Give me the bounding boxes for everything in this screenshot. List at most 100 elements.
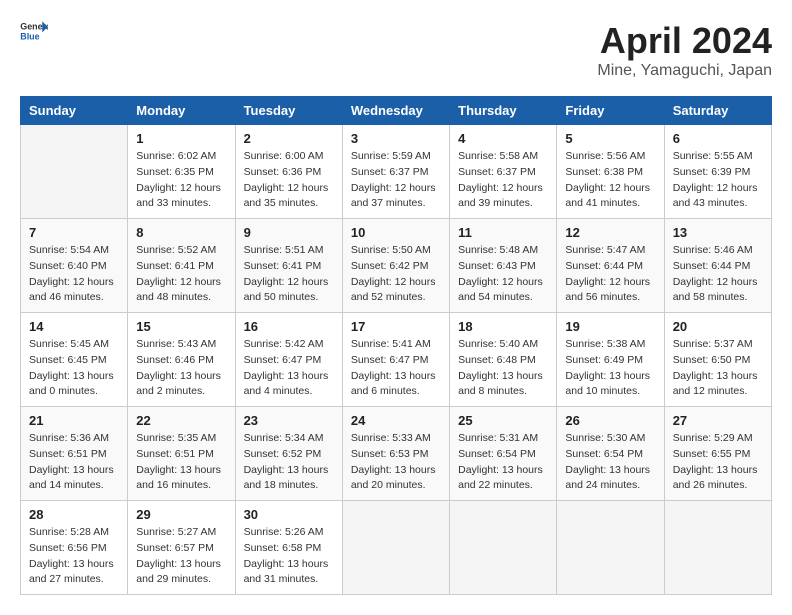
day-info: Sunrise: 5:26 AMSunset: 6:58 PMDaylight:… [244,525,334,588]
header-day-saturday: Saturday [664,97,771,125]
day-info: Sunrise: 5:48 AMSunset: 6:43 PMDaylight:… [458,243,548,306]
calendar-cell: 19Sunrise: 5:38 AMSunset: 6:49 PMDayligh… [557,313,664,407]
calendar-cell: 16 Sunrise: 5:42 AMSunset: 6:47 PMDayligh… [235,313,342,407]
calendar-cell [21,125,128,219]
day-info: Sunrise: 5:45 AMSunset: 6:45 PMDaylight:… [29,337,119,400]
calendar-cell: 4 Sunrise: 5:58 AMSunset: 6:37 PMDaylight… [450,125,557,219]
day-info: Sunrise: 5:33 AMSunset: 6:53 PMDaylight:… [351,431,441,494]
calendar-cell: 30 Sunrise: 5:26 AMSunset: 6:58 PMDayligh… [235,501,342,595]
day-info: Sunrise: 5:31 AMSunset: 6:54 PMDaylight:… [458,431,548,494]
day-info: Sunrise: 5:27 AMSunset: 6:57 PMDaylight:… [136,525,226,588]
calendar-cell: 5 Sunrise: 5:56 AMSunset: 6:38 PMDaylight… [557,125,664,219]
day-info: Sunrise: 5:46 AMSunset: 6:44 PMDaylight:… [673,243,763,306]
day-info: Sunrise: 5:37 AMSunset: 6:50 PMDaylight:… [673,337,763,400]
page-title: April 2024 [597,20,772,62]
day-number: 1 [136,131,226,146]
day-info: Sunrise: 5:59 AMSunset: 6:37 PMDaylight:… [351,149,441,212]
calendar-cell [664,501,771,595]
day-number: 7 [29,225,119,240]
calendar-cell: 13 Sunrise: 5:46 AMSunset: 6:44 PMDayligh… [664,219,771,313]
calendar-cell: 27 Sunrise: 5:29 AMSunset: 6:55 PMDayligh… [664,407,771,501]
calendar-cell: 11 Sunrise: 5:48 AMSunset: 6:43 PMDayligh… [450,219,557,313]
calendar-week-1: 1 Sunrise: 6:02 AMSunset: 6:35 PMDaylight… [21,125,772,219]
calendar-cell: 25 Sunrise: 5:31 AMSunset: 6:54 PMDayligh… [450,407,557,501]
header-day-wednesday: Wednesday [342,97,449,125]
calendar-week-4: 21 Sunrise: 5:36 AMSunset: 6:51 PMDayligh… [21,407,772,501]
day-info: Sunrise: 6:02 AMSunset: 6:35 PMDaylight:… [136,149,226,212]
calendar-cell: 22Sunrise: 5:35 AMSunset: 6:51 PMDayligh… [128,407,235,501]
day-number: 10 [351,225,441,240]
day-info: Sunrise: 5:50 AMSunset: 6:42 PMDaylight:… [351,243,441,306]
calendar-cell: 21 Sunrise: 5:36 AMSunset: 6:51 PMDayligh… [21,407,128,501]
day-number: 4 [458,131,548,146]
day-number: 18 [458,319,548,334]
day-info: Sunrise: 5:51 AMSunset: 6:41 PMDaylight:… [244,243,334,306]
day-number: 22 [136,413,226,428]
day-number: 27 [673,413,763,428]
day-info: Sunrise: 5:34 AMSunset: 6:52 PMDaylight:… [244,431,334,494]
day-info: Sunrise: 5:36 AMSunset: 6:51 PMDaylight:… [29,431,119,494]
day-number: 20 [673,319,763,334]
day-info: Sunrise: 5:54 AMSunset: 6:40 PMDaylight:… [29,243,119,306]
day-info: Sunrise: 5:55 AMSunset: 6:39 PMDaylight:… [673,149,763,212]
calendar-cell: 14 Sunrise: 5:45 AMSunset: 6:45 PMDayligh… [21,313,128,407]
page-header: General Blue April 2024 Mine, Yamaguchi,… [20,20,772,80]
day-info: Sunrise: 6:00 AMSunset: 6:36 PMDaylight:… [244,149,334,212]
calendar-cell: 3 Sunrise: 5:59 AMSunset: 6:37 PMDaylight… [342,125,449,219]
day-number: 16 [244,319,334,334]
day-number: 3 [351,131,441,146]
day-number: 21 [29,413,119,428]
calendar-cell [342,501,449,595]
day-number: 23 [244,413,334,428]
day-number: 12 [565,225,655,240]
day-info: Sunrise: 5:28 AMSunset: 6:56 PMDaylight:… [29,525,119,588]
day-number: 25 [458,413,548,428]
calendar-week-3: 14 Sunrise: 5:45 AMSunset: 6:45 PMDayligh… [21,313,772,407]
logo: General Blue [20,20,48,42]
calendar-cell: 15 Sunrise: 5:43 AMSunset: 6:46 PMDayligh… [128,313,235,407]
calendar-cell: 10 Sunrise: 5:50 AMSunset: 6:42 PMDayligh… [342,219,449,313]
header-day-friday: Friday [557,97,664,125]
day-number: 28 [29,507,119,522]
header-day-thursday: Thursday [450,97,557,125]
day-number: 2 [244,131,334,146]
calendar-week-2: 7 Sunrise: 5:54 AMSunset: 6:40 PMDaylight… [21,219,772,313]
calendar-cell: 26Sunrise: 5:30 AMSunset: 6:54 PMDayligh… [557,407,664,501]
day-number: 29 [136,507,226,522]
page-subtitle: Mine, Yamaguchi, Japan [597,62,772,80]
day-info: Sunrise: 5:58 AMSunset: 6:37 PMDaylight:… [458,149,548,212]
day-number: 17 [351,319,441,334]
day-info: Sunrise: 5:52 AMSunset: 6:41 PMDaylight:… [136,243,226,306]
day-info: Sunrise: 5:43 AMSunset: 6:46 PMDaylight:… [136,337,226,400]
calendar-week-5: 28 Sunrise: 5:28 AMSunset: 6:56 PMDayligh… [21,501,772,595]
day-info: Sunrise: 5:56 AMSunset: 6:38 PMDaylight:… [565,149,655,212]
day-info: Sunrise: 5:30 AMSunset: 6:54 PMDaylight:… [565,431,655,494]
day-number: 15 [136,319,226,334]
calendar-cell: 29 Sunrise: 5:27 AMSunset: 6:57 PMDayligh… [128,501,235,595]
calendar-table: SundayMondayTuesdayWednesdayThursdayFrid… [20,96,772,595]
header-day-sunday: Sunday [21,97,128,125]
day-number: 19 [565,319,655,334]
calendar-cell [557,501,664,595]
day-number: 6 [673,131,763,146]
logo-icon: General Blue [20,20,48,42]
calendar-cell: 18Sunrise: 5:40 AMSunset: 6:48 PMDayligh… [450,313,557,407]
day-info: Sunrise: 5:29 AMSunset: 6:55 PMDaylight:… [673,431,763,494]
day-number: 11 [458,225,548,240]
calendar-cell: 2 Sunrise: 6:00 AMSunset: 6:36 PMDaylight… [235,125,342,219]
day-number: 13 [673,225,763,240]
header-day-tuesday: Tuesday [235,97,342,125]
day-info: Sunrise: 5:47 AMSunset: 6:44 PMDaylight:… [565,243,655,306]
calendar-cell: 7 Sunrise: 5:54 AMSunset: 6:40 PMDaylight… [21,219,128,313]
day-number: 24 [351,413,441,428]
day-number: 5 [565,131,655,146]
calendar-cell: 24 Sunrise: 5:33 AMSunset: 6:53 PMDayligh… [342,407,449,501]
day-number: 14 [29,319,119,334]
day-info: Sunrise: 5:42 AMSunset: 6:47 PMDaylight:… [244,337,334,400]
calendar-cell: 6 Sunrise: 5:55 AMSunset: 6:39 PMDaylight… [664,125,771,219]
day-number: 30 [244,507,334,522]
calendar-cell: 23 Sunrise: 5:34 AMSunset: 6:52 PMDayligh… [235,407,342,501]
calendar-cell: 20 Sunrise: 5:37 AMSunset: 6:50 PMDayligh… [664,313,771,407]
header-day-monday: Monday [128,97,235,125]
day-number: 9 [244,225,334,240]
